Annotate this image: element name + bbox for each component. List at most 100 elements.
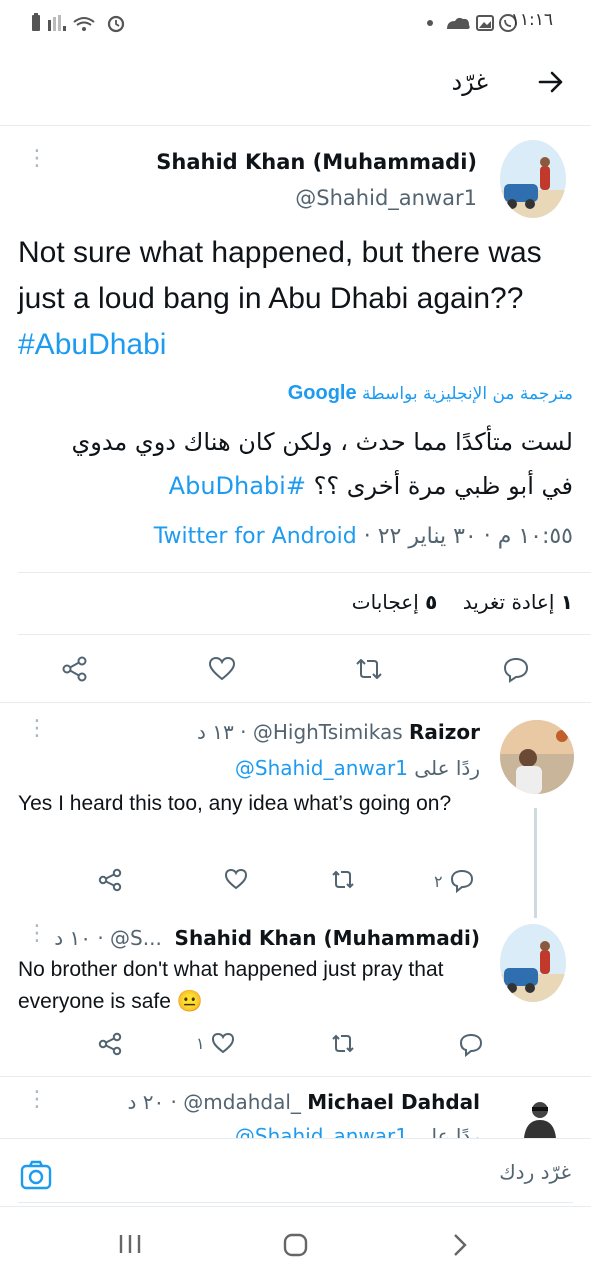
reply-1-reply-count: ٢ bbox=[434, 871, 443, 891]
tweet-text-plain: Not sure what happened, but there was ju… bbox=[18, 236, 542, 315]
like-button[interactable] bbox=[208, 656, 236, 682]
clock: ١١:١٦ bbox=[510, 10, 553, 30]
retweet-icon bbox=[356, 659, 382, 679]
share-icon bbox=[98, 1032, 122, 1056]
status-icons-left bbox=[32, 13, 125, 33]
translated-hashtag-link[interactable]: #AbuDhabi bbox=[169, 472, 306, 500]
hashtag-link[interactable]: #AbuDhabi bbox=[18, 328, 166, 361]
reply-2-avatar[interactable] bbox=[500, 924, 566, 1002]
author-name[interactable]: Shahid Khan (Muhammadi) bbox=[156, 150, 477, 174]
stats-divider bbox=[18, 634, 591, 635]
reply-3-avatar[interactable] bbox=[518, 1096, 562, 1138]
translation-attribution: Google مترجمة من الإنجليزية بواسطة bbox=[288, 382, 573, 405]
avatar-image bbox=[524, 1102, 556, 1138]
reply-2-handle[interactable]: @S... bbox=[110, 926, 162, 950]
google-logo: Google bbox=[287, 382, 357, 404]
reply-1-handle[interactable]: @HighTsimikas bbox=[253, 720, 403, 744]
reply-2-retweet-button[interactable] bbox=[330, 1032, 356, 1056]
composer-divider bbox=[0, 1138, 591, 1139]
translated-line-2-text: في أبو ظبي مرة أخرى ؟؟ bbox=[313, 472, 573, 500]
heart-icon bbox=[224, 868, 248, 890]
translated-line-1: لست متأكدًا مما حدث ، ولكن كان هناك دوي … bbox=[71, 428, 573, 456]
reply-2-text: No brother don't what happened just pray… bbox=[18, 958, 444, 1013]
home-icon bbox=[283, 1233, 308, 1257]
reply-icon bbox=[503, 657, 529, 683]
translated-text: لست متأكدًا مما حدث ، ولكن كان هناك دوي … bbox=[13, 420, 573, 508]
reply-1-header: · ١٣ د @HighTsimikas Raizor bbox=[197, 720, 480, 744]
reply-1-text: Yes I heard this too, any idea what’s go… bbox=[18, 792, 452, 815]
recents-icon bbox=[119, 1235, 141, 1253]
header-divider bbox=[0, 125, 591, 126]
reply-1-name[interactable]: Raizor bbox=[409, 720, 480, 744]
reply-1-like-button[interactable] bbox=[218, 868, 248, 890]
reply-2-header: · ١٠ د @S... Shahid Khan (Muhammadi) bbox=[54, 926, 480, 950]
reply-3-more-icon[interactable]: ⋮ bbox=[26, 1089, 48, 1111]
reply-1-reply-to-handle[interactable]: @Shahid_anwar1 bbox=[235, 756, 408, 780]
chevron-right-icon bbox=[454, 1234, 467, 1256]
reply-2-more-icon[interactable]: ⋮ bbox=[26, 923, 48, 945]
reply-1-retweet-button[interactable] bbox=[330, 868, 356, 892]
reply-icon bbox=[459, 1033, 483, 1058]
tweet-meta: Twitter for Android ١٠:٥٥ م · ٣٠ يناير ٢… bbox=[154, 524, 573, 549]
reply-1-time: · ١٣ د bbox=[197, 720, 247, 744]
share-icon bbox=[62, 656, 87, 682]
back-button[interactable] bbox=[537, 68, 565, 96]
reply-2-like-button[interactable]: ١ bbox=[196, 1032, 235, 1054]
reply-1-share-button[interactable] bbox=[98, 868, 122, 892]
reply-composer-input[interactable]: غرّد ردك bbox=[499, 1160, 571, 1184]
reply-3-reply-to-handle[interactable]: @Shahid_anwar1 bbox=[235, 1124, 408, 1138]
reply-1-avatar[interactable] bbox=[500, 720, 574, 794]
recents-button[interactable] bbox=[118, 1233, 142, 1255]
arrow-right-icon bbox=[538, 71, 563, 93]
translated-line-2: في أبو ظبي مرة أخرى ؟؟ #AbuDhabi bbox=[13, 464, 573, 508]
reply-button[interactable] bbox=[502, 656, 530, 684]
reply-1-reply-to-label: ردًا على bbox=[414, 756, 480, 780]
reply-1-reply-button[interactable]: ٢ bbox=[434, 868, 475, 894]
retweet-icon bbox=[332, 1034, 354, 1053]
reply-3-name[interactable]: Michael Dahdal bbox=[307, 1090, 480, 1114]
home-button[interactable] bbox=[283, 1233, 309, 1257]
like-stat[interactable]: ٥ إعجابات bbox=[352, 590, 438, 614]
tweet-source[interactable]: Twitter for Android bbox=[154, 524, 357, 549]
retweet-button[interactable] bbox=[354, 656, 384, 682]
system-nav-bar bbox=[0, 1206, 591, 1280]
system-back-button[interactable] bbox=[451, 1233, 469, 1257]
camera-button[interactable] bbox=[20, 1160, 52, 1190]
reply-2-reply-button[interactable] bbox=[452, 1032, 484, 1058]
reply-2-time: · ١٠ د bbox=[54, 926, 104, 950]
meta-divider bbox=[18, 572, 591, 573]
reply-divider bbox=[0, 1076, 591, 1077]
tweet-text: Not sure what happened, but there was ju… bbox=[18, 230, 578, 368]
avatar[interactable] bbox=[500, 140, 566, 218]
avatar-image bbox=[500, 140, 566, 218]
reply-3-replying-to: @Shahid_anwar1 ردًا على bbox=[235, 1124, 480, 1138]
share-icon bbox=[98, 868, 122, 892]
share-button[interactable] bbox=[62, 656, 88, 682]
reply-3-reply-to-label: ردًا على bbox=[414, 1124, 480, 1138]
tweet-timestamp: ١٠:٥٥ م · ٣٠ يناير ٢٢ · bbox=[363, 524, 573, 549]
page-title: غرّد bbox=[451, 68, 488, 96]
reply-1-more-icon[interactable]: ⋮ bbox=[26, 718, 48, 740]
retweet-stat[interactable]: ١ إعادة تغريد bbox=[463, 590, 573, 614]
reply-2-share-button[interactable] bbox=[98, 1032, 122, 1056]
reply-2-name[interactable]: Shahid Khan (Muhammadi) bbox=[175, 926, 480, 950]
tweet-divider bbox=[0, 702, 591, 703]
author-handle[interactable]: @Shahid_anwar1 bbox=[295, 186, 477, 210]
engagement-stats: ١ إعادة تغريد ٥ إعجابات bbox=[352, 590, 573, 614]
camera-icon bbox=[20, 1160, 52, 1190]
avatar-image bbox=[500, 924, 566, 1002]
thread-line bbox=[534, 808, 537, 918]
status-bar: ١١:١٦ bbox=[0, 0, 591, 44]
composer-bottom-line bbox=[18, 1202, 573, 1203]
heart-icon bbox=[208, 656, 236, 681]
reply-icon bbox=[450, 869, 473, 894]
retweet-icon bbox=[332, 870, 354, 889]
reply-3-time: · ٢٠ د bbox=[127, 1090, 177, 1114]
reply-1-replying-to: @Shahid_anwar1 ردًا على bbox=[235, 756, 480, 780]
avatar-image bbox=[500, 720, 574, 794]
heart-icon bbox=[211, 1032, 234, 1054]
translated-label: مترجمة من الإنجليزية بواسطة bbox=[362, 384, 573, 404]
more-options-icon[interactable]: ⋮ bbox=[26, 148, 48, 170]
reply-3-header: · ٢٠ د @mdahdal_ Michael Dahdal bbox=[127, 1090, 480, 1114]
reply-3-handle[interactable]: @mdahdal_ bbox=[183, 1090, 301, 1114]
